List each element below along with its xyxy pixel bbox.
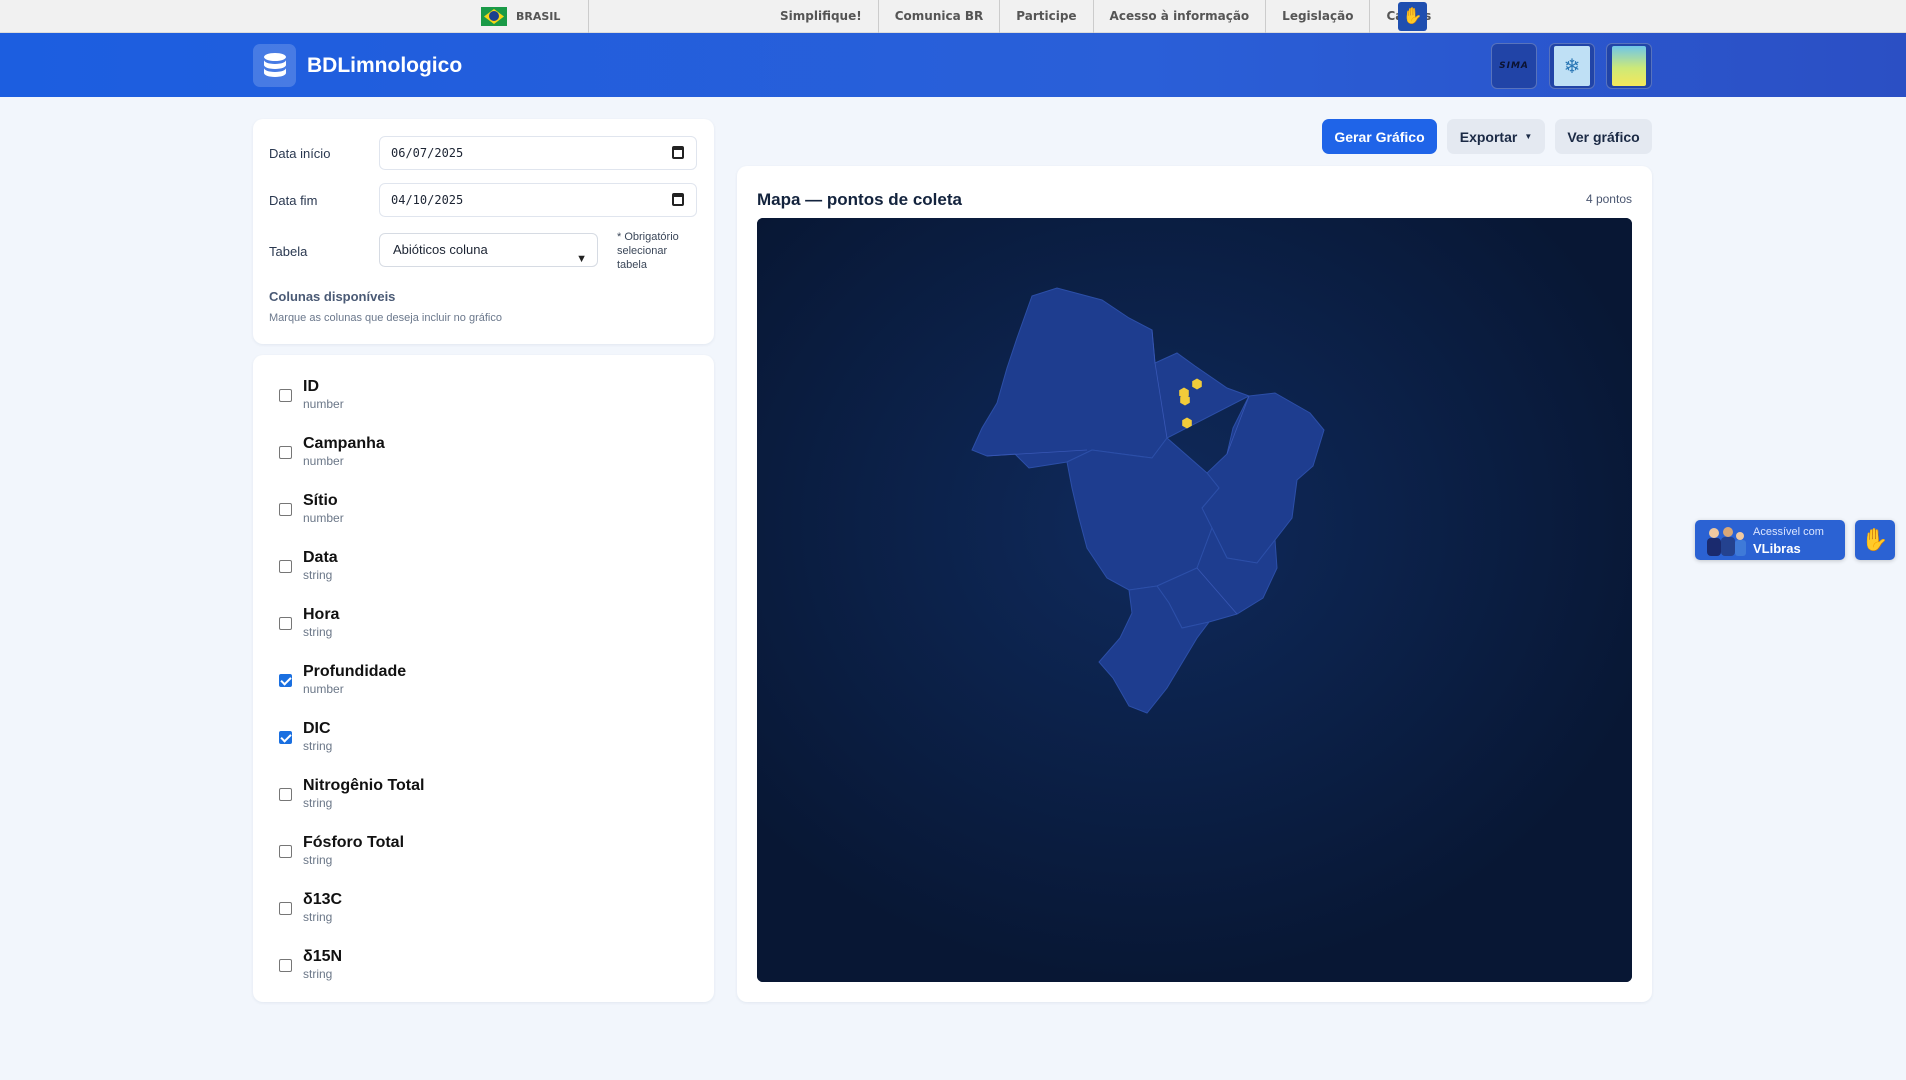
column-checkbox[interactable] (279, 845, 292, 858)
divider (588, 0, 589, 33)
column-name: Campanha (303, 435, 385, 452)
column-type: string (303, 739, 333, 753)
generate-chart-label: Gerar Gráfico (1334, 128, 1425, 145)
caret-down-icon: ▼ (1524, 132, 1533, 141)
column-type: number (303, 511, 344, 525)
column-name: δ13C (303, 891, 343, 908)
vlibras-hand-icon[interactable]: ✋ (1855, 520, 1895, 560)
partner-sima-label: SIMA (1499, 61, 1529, 71)
column-type: number (303, 682, 344, 696)
column-name: Nitrogênio Total (303, 777, 425, 794)
end-date-value: 04/10/2025 (391, 193, 464, 207)
gov-bar: BRASIL Simplifique! Comunica BR Particip… (0, 0, 1906, 33)
view-chart-label: Ver gráfico (1567, 128, 1640, 145)
table-label: Tabela (269, 244, 308, 259)
vlibras-name: VLibras (1753, 541, 1801, 556)
view-chart-button[interactable]: Ver gráfico (1555, 119, 1652, 154)
map-card: Mapa — pontos de coleta 4 pontos (737, 166, 1652, 1002)
end-date-label: Data fim (269, 193, 318, 208)
column-checkbox-checked[interactable] (279, 674, 292, 687)
columns-subtitle: Marque as colunas que deseja incluir no … (269, 312, 502, 324)
vlibras-caption: Acessível com (1753, 526, 1824, 538)
column-type: number (303, 397, 344, 411)
column-name: Sítio (303, 492, 338, 509)
export-button[interactable]: Exportar ▼ (1447, 119, 1545, 154)
start-date-label: Data início (269, 146, 331, 161)
column-checkbox[interactable] (279, 959, 292, 972)
calendar-icon[interactable] (672, 193, 684, 206)
column-checkbox[interactable] (279, 389, 292, 402)
columns-card: ID number Campanha number Sítio number D… (253, 355, 714, 1002)
start-date-value: 06/07/2025 (391, 146, 464, 160)
landscape-icon (1612, 46, 1646, 86)
column-name: δ15N (303, 948, 343, 965)
gov-link-participe[interactable]: Participe (1000, 0, 1094, 33)
snowflake-icon: ❄ (1554, 46, 1590, 86)
column-name: ID (303, 378, 319, 395)
generate-chart-button[interactable]: Gerar Gráfico (1322, 119, 1437, 154)
gov-link-acesso[interactable]: Acesso à informação (1094, 0, 1267, 33)
gov-brasil-link[interactable]: BRASIL (481, 7, 560, 26)
columns-title: Colunas disponíveis (269, 289, 396, 304)
column-name: Hora (303, 606, 340, 623)
table-select-value: Abióticos coluna (393, 242, 488, 257)
calendar-icon[interactable] (672, 146, 684, 159)
partner-logo-sima[interactable]: SIMA (1491, 43, 1537, 89)
required-note: * Obrigatório selecionar tabela (617, 231, 679, 271)
column-checkbox[interactable] (279, 902, 292, 915)
column-type: string (303, 796, 333, 810)
column-type: string (303, 853, 333, 867)
start-date-input[interactable]: 06/07/2025 (379, 136, 697, 170)
chevron-down-icon: ▼ (576, 253, 587, 265)
table-select[interactable]: Abióticos coluna ▼ (379, 233, 598, 267)
column-checkbox[interactable] (279, 503, 292, 516)
column-name: Data (303, 549, 338, 566)
column-type: string (303, 910, 333, 924)
export-label: Exportar (1459, 128, 1518, 145)
column-name: DIC (303, 720, 331, 737)
column-type: string (303, 625, 333, 639)
column-checkbox-checked[interactable] (279, 731, 292, 744)
column-type: string (303, 967, 333, 981)
partner-logo-2[interactable]: ❄ (1549, 43, 1595, 89)
vlibras-widget[interactable]: Acessível com VLibras (1695, 520, 1845, 560)
column-checkbox[interactable] (279, 788, 292, 801)
brazil-flag-icon (481, 7, 507, 26)
map-title: Mapa — pontos de coleta (757, 190, 962, 209)
gov-country-label: BRASIL (516, 10, 561, 23)
filters-card: Data início 06/07/2025 Data fim 04/10/20… (253, 119, 714, 344)
end-date-input[interactable]: 04/10/2025 (379, 183, 697, 217)
database-icon (253, 44, 296, 87)
gov-link-comunica[interactable]: Comunica BR (879, 0, 1001, 33)
partner-logo-3[interactable] (1606, 43, 1652, 89)
column-checkbox[interactable] (279, 617, 292, 630)
gov-links: Simplifique! Comunica BR Participe Acess… (764, 0, 1447, 33)
app-title[interactable]: BDLimnologico (307, 54, 462, 78)
people-icon (1707, 527, 1746, 556)
map-point-count: 4 pontos (1585, 192, 1632, 206)
brazil-map[interactable] (757, 218, 1632, 982)
column-name: Profundidade (303, 663, 407, 680)
gov-link-simplifique[interactable]: Simplifique! (764, 0, 879, 33)
column-checkbox[interactable] (279, 560, 292, 573)
gov-link-legislacao[interactable]: Legislação (1266, 0, 1371, 33)
column-checkbox[interactable] (279, 446, 292, 459)
column-name: Fósforo Total (303, 834, 405, 851)
column-type: string (303, 568, 333, 582)
map-canvas[interactable] (757, 218, 1632, 982)
sign-language-icon[interactable]: ✋ (1398, 2, 1427, 31)
app-header: BDLimnologico SIMA ❄ (0, 33, 1906, 97)
column-type: number (303, 454, 344, 468)
